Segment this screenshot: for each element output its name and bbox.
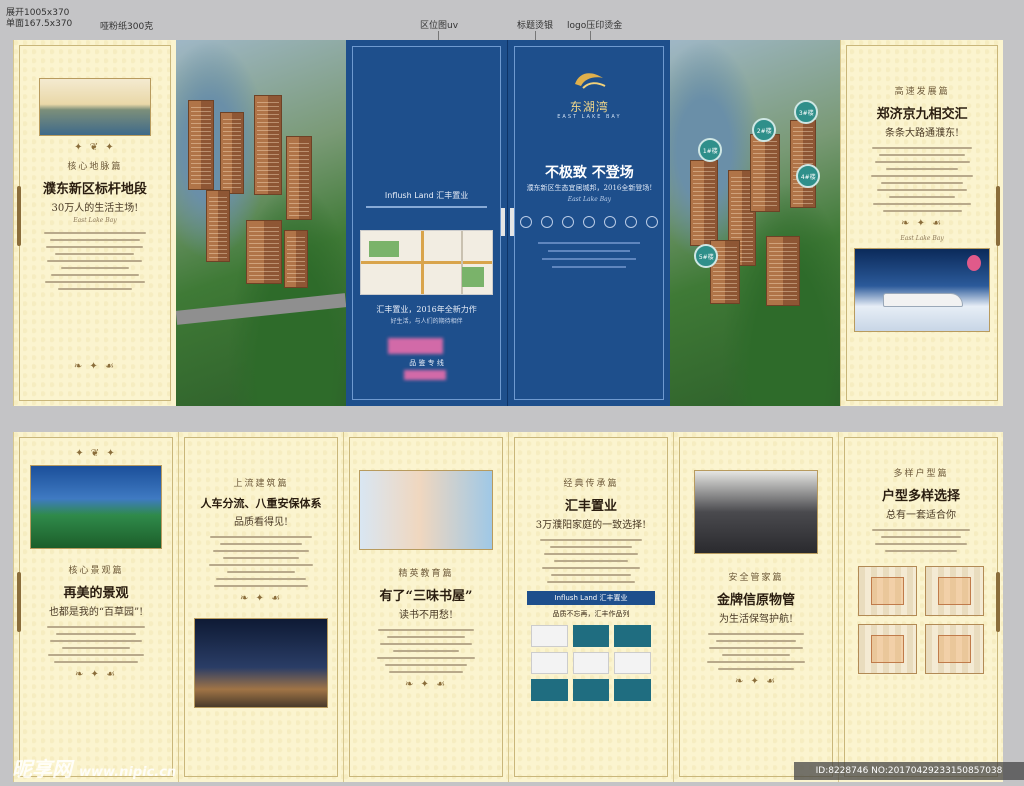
panel-subtitle: 也都是我的“百草园”!: [48, 607, 144, 618]
feature-icons: [508, 216, 670, 228]
portfolio-label: 品质不忘再，汇丰作品列: [552, 610, 630, 618]
panel-aerial-left: [175, 40, 346, 406]
building-tag: 4#楼: [796, 164, 821, 188]
panel-core-location: ✦ ❦ ✦ 核心地脉篇 濮东新区标杆地段 30万人的生活主场! East Lak…: [13, 40, 176, 406]
floorplan-grid: [858, 566, 984, 674]
panel-landscape: ✦ ❦ ✦ 核心景观篇 再美的景观 也都是我的“百草园”! ❧ ✦ ☙: [13, 432, 178, 782]
cover-slogan: 不极致 不登场: [544, 165, 634, 181]
signature: East Lake Bay: [900, 235, 944, 242]
brochure-outside: ✦ ❦ ✦ 核心地脉篇 濮东新区标杆地段 30万人的生活主场! East Lak…: [13, 40, 1003, 406]
panel-title: 户型多样选择: [881, 489, 960, 504]
panel-title: 人车分流、八重安保体系: [200, 497, 322, 510]
brochure-inside: ✦ ❦ ✦ 核心景观篇 再美的景观 也都是我的“百草园”! ❧ ✦ ☙ 上流建筑…: [13, 432, 1003, 782]
panel-subtitle: 30万人的生活主场!: [51, 203, 139, 214]
watermark-site: 昵享网: [12, 757, 72, 781]
panel-back-cover: Inflush Land 汇丰置业 汇丰置业，2016年全新力作 好生活，与人们…: [345, 40, 509, 406]
section-label: 核心地脉篇: [67, 162, 123, 172]
floorplan: [925, 566, 984, 616]
hotline-label: 品 鉴 专 线: [409, 359, 444, 367]
image-id-bar: ID:8228746 NO:20170429233150857038: [794, 762, 1024, 780]
panel-education: 精英教育篇 有了“三味书屋” 读书不用愁! ❧ ✦ ☙: [343, 432, 508, 782]
landscape-photo: [30, 465, 162, 549]
redacted-block: [387, 338, 443, 354]
panel-title: 郑济京九相交汇: [876, 107, 968, 122]
panel-subtitle: 3万濮阳家庭的一致选择!: [535, 520, 647, 531]
location-map: [359, 230, 494, 295]
section-label: 多样户型篇: [893, 469, 949, 479]
panel-title: 金牌信原物管: [716, 593, 795, 608]
panel-front-cover: 东湖湾 EAST LAKE BAY 不极致 不登场 濮东新区生态宜居城邦，201…: [508, 40, 671, 406]
spec-paper: 哑粉纸300克: [100, 22, 154, 32]
panel-title: 有了“三味书屋”: [379, 589, 473, 604]
floorplan: [858, 624, 917, 674]
panel-subtitle: 读书不用愁!: [398, 610, 454, 621]
section-label: 上流建筑篇: [233, 479, 289, 489]
section-label: 精英教育篇: [398, 569, 454, 579]
panel-growth: 高速发展篇 郑济京九相交汇 条条大路通濮东! ❧ ✦ ☙ East Lake B…: [840, 40, 1003, 406]
panel-subtitle: 品质看得见!: [233, 517, 289, 528]
brand-line: Inflush Land 汇丰置业: [384, 191, 469, 200]
staff-photo: [694, 470, 818, 554]
callout-logo: logo压印烫金: [567, 21, 623, 31]
back-sub: 好生活，与人们的期待相伴: [390, 318, 463, 325]
panel-title: 汇丰置业: [564, 499, 617, 514]
panel-subtitle: 为生活保驾护航!: [718, 614, 794, 625]
panel-heritage: 经典传承篇 汇丰置业 3万濮阳家庭的一致选择! Inflush Land 汇丰置…: [508, 432, 673, 782]
signature: East Lake Bay: [73, 217, 117, 224]
spec-unfolded: 展开1005x370: [6, 8, 70, 18]
panel-subtitle: 总有一套适合你: [886, 510, 956, 521]
brand-cn: 东湖湾: [569, 100, 609, 114]
cover-signature: East Lake Bay: [567, 196, 612, 203]
back-headline: 汇丰置业，2016年全新力作: [376, 305, 477, 314]
heritage-brand: Inflush Land 汇丰置业: [526, 591, 656, 605]
section-label: 安全管家篇: [728, 573, 784, 583]
panel-building: 上流建筑篇 人车分流、八重安保体系 品质看得见! ❧ ✦ ☙: [178, 432, 343, 782]
floorplan: [858, 566, 917, 616]
callout-map: 区位图uv: [420, 21, 459, 31]
building-tag: 1#楼: [698, 138, 723, 162]
logo-mark: [508, 64, 670, 98]
spec-single: 单面167.5x370: [6, 19, 73, 29]
section-label: 高速发展篇: [894, 87, 950, 97]
watermark: 昵享网 www.nipic.cn: [12, 753, 176, 782]
students-photo: [359, 470, 493, 550]
panel-security: 安全管家篇 金牌信原物管 为生活保驾护航! ❧ ✦ ☙: [673, 432, 838, 782]
panel-title: 濮东新区标杆地段: [42, 182, 147, 197]
panel-subtitle: 条条大路通濮东!: [885, 128, 960, 139]
swan-logo-icon: [575, 73, 606, 89]
brand-en: EAST LAKE BAY: [557, 114, 622, 120]
section-label: 核心景观篇: [68, 566, 124, 576]
panel-title: 再美的景观: [63, 586, 129, 601]
watermark-url: www.nipic.cn: [78, 765, 177, 780]
cover-tagline: 濮东新区生态宜居城邦，2016全新登场!: [526, 184, 653, 192]
panel-aerial-right: 1#楼 2#楼 3#楼 4#楼 5#楼: [670, 40, 841, 406]
night-photo: [194, 618, 328, 708]
panel-floorplans: 多样户型篇 户型多样选择 总有一套适合你: [838, 432, 1003, 782]
section-label: 经典传承篇: [563, 479, 619, 489]
lake-photo: [38, 78, 151, 136]
train-photo: [854, 248, 991, 332]
spec-note: 展开1005x370 单面167.5x370: [6, 8, 72, 30]
callout-title: 标题烫银: [517, 21, 554, 31]
floorplan: [925, 624, 984, 674]
portfolio-logos: [530, 625, 652, 701]
